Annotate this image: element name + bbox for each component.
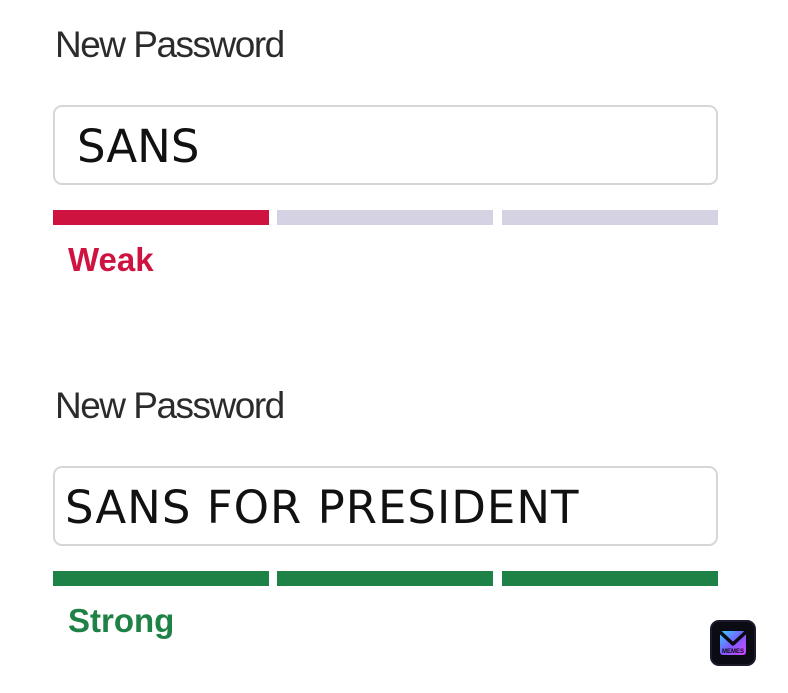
new-password-label: New Password [55,385,285,426]
new-password-label: New Password [55,24,285,65]
password-value: SANS FOR PRESIDENT [65,481,580,534]
strength-segment-2 [277,210,493,225]
memes-logo-icon: MEMES [710,620,756,666]
strength-segment-1 [53,210,269,225]
strength-segment-3 [502,571,718,586]
new-password-input[interactable]: SANS [53,105,718,185]
strength-segment-1 [53,571,269,586]
svg-text:MEMES: MEMES [722,649,744,655]
strength-label-weak: Weak [68,241,154,278]
strength-segment-2 [277,571,493,586]
password-value: SANS [77,120,200,173]
strength-label-strong: Strong [68,602,175,639]
strength-segment-3 [502,210,718,225]
new-password-input[interactable]: SANS FOR PRESIDENT [53,466,718,546]
strength-meter [53,571,718,586]
strength-meter [53,210,718,225]
